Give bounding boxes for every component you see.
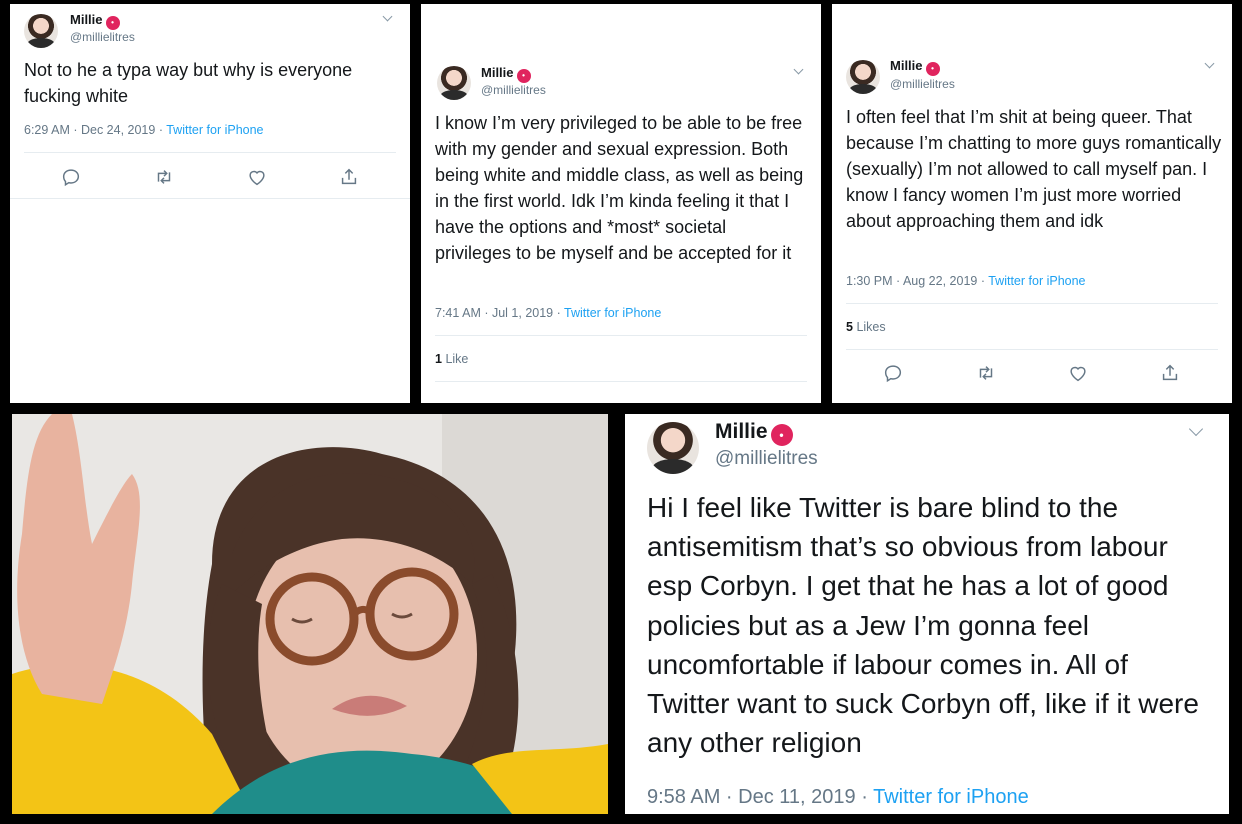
retweet-button[interactable] xyxy=(975,362,997,384)
tweet-meta: 9:58 AM · Dec 11, 2019 · Twitter for iPh… xyxy=(647,786,1029,809)
share-icon xyxy=(341,168,357,185)
display-name[interactable]: Millie • xyxy=(890,58,940,76)
divider xyxy=(10,198,410,199)
user-handle[interactable]: @millielitres xyxy=(70,30,135,44)
divider xyxy=(435,335,807,336)
divider xyxy=(846,303,1218,304)
tweet-meta: 7:41 AM · Jul 1, 2019 · Twitter for iPho… xyxy=(435,306,661,320)
selfie-photo xyxy=(12,414,608,814)
meta-separator: · xyxy=(553,306,565,320)
tweet-timestamp[interactable]: 9:58 AM · Dec 11, 2019 xyxy=(647,786,856,808)
avatar[interactable] xyxy=(846,60,880,94)
selfie-illustration xyxy=(12,414,608,814)
likes-count[interactable]: 1 Like xyxy=(435,352,468,366)
reply-icon xyxy=(884,365,902,383)
heart-icon xyxy=(249,170,265,186)
tweet-source-link[interactable]: Twitter for iPhone xyxy=(166,123,263,137)
tweet-card-2: Millie • @millielitres I know I’m very pr… xyxy=(421,4,821,403)
hot-face-emoji-icon: • xyxy=(516,69,531,83)
meta-separator: · xyxy=(855,786,874,808)
tweet-meta: 6:29 AM · Dec 24, 2019 · Twitter for iPh… xyxy=(24,123,264,137)
avatar[interactable] xyxy=(647,422,699,474)
tweet-card-3: Millie • @millielitres I often feel that … xyxy=(832,4,1232,403)
user-handle[interactable]: @millielitres xyxy=(481,83,546,97)
user-handle[interactable]: @millielitres xyxy=(890,77,955,91)
display-name[interactable]: Millie • xyxy=(715,420,793,446)
share-button[interactable] xyxy=(1159,362,1181,384)
tweet-source-link[interactable]: Twitter for iPhone xyxy=(873,786,1029,808)
reply-button[interactable] xyxy=(882,362,904,384)
display-name[interactable]: Millie • xyxy=(481,65,531,83)
divider xyxy=(846,349,1218,350)
tweet-card-4: Millie • @millielitres Hi I feel like Twi… xyxy=(625,414,1229,814)
avatar[interactable] xyxy=(437,66,471,100)
heart-icon xyxy=(1070,366,1086,382)
like-button[interactable] xyxy=(246,166,268,188)
tweet-timestamp[interactable]: 7:41 AM · Jul 1, 2019 xyxy=(435,306,553,320)
hot-face-emoji-icon: • xyxy=(770,424,793,446)
tweet-meta: 1:30 PM · Aug 22, 2019 · Twitter for iPh… xyxy=(846,274,1086,288)
tweet-text: I often feel that I’m shit at being quee… xyxy=(846,107,1222,231)
tweet-card-1: Millie • @millielitres Not to he a typa w… xyxy=(10,4,410,403)
tweet-text: Not to he a typa way but why is everyone… xyxy=(24,60,353,106)
tweet-timestamp[interactable]: 6:29 AM · Dec 24, 2019 xyxy=(24,123,155,137)
tweet-source-link[interactable]: Twitter for iPhone xyxy=(564,306,661,320)
retweet-icon xyxy=(979,366,993,380)
meta-separator: · xyxy=(155,123,167,137)
likes-count[interactable]: 5 Likes xyxy=(846,320,886,334)
chevron-down-icon[interactable] xyxy=(793,64,804,75)
hot-face-emoji-icon: • xyxy=(925,62,940,76)
share-icon xyxy=(1162,364,1178,381)
tweet-source-link[interactable]: Twitter for iPhone xyxy=(988,274,1085,288)
reply-button[interactable] xyxy=(60,166,82,188)
retweet-icon xyxy=(157,170,171,184)
reply-icon xyxy=(62,169,80,187)
tweet-text: I know I’m very privileged to be able to… xyxy=(435,113,804,263)
tweet-timestamp[interactable]: 1:30 PM · Aug 22, 2019 xyxy=(846,274,977,288)
avatar[interactable] xyxy=(24,14,58,48)
chevron-down-icon[interactable] xyxy=(1204,58,1215,69)
retweet-button[interactable] xyxy=(153,166,175,188)
divider xyxy=(435,381,807,382)
display-name[interactable]: Millie • xyxy=(70,12,120,30)
tweet-text: Hi I feel like Twitter is bare blind to … xyxy=(647,492,1199,759)
divider xyxy=(24,152,396,153)
hot-face-emoji-icon: • xyxy=(105,16,120,30)
user-handle[interactable]: @millielitres xyxy=(715,448,818,470)
share-button[interactable] xyxy=(338,166,360,188)
chevron-down-icon[interactable] xyxy=(1188,421,1204,437)
meta-separator: · xyxy=(977,274,989,288)
like-button[interactable] xyxy=(1067,362,1089,384)
chevron-down-icon[interactable] xyxy=(382,11,393,22)
